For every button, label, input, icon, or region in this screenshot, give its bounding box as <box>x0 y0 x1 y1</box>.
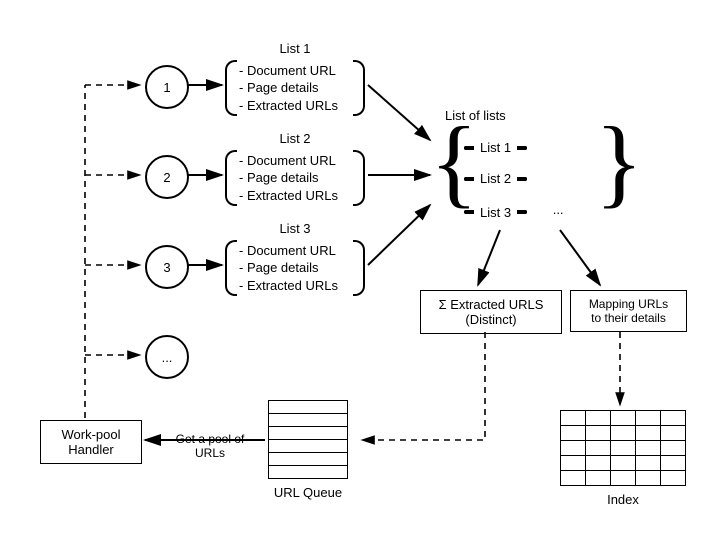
aggregate-body: List 1 List 2 List 3 ... <box>460 132 600 228</box>
list-1-item-c: - Extracted URLs <box>239 97 351 115</box>
agg-item-1: List 1 <box>464 136 527 159</box>
list-3: List 3 - Document URL - Page details - E… <box>225 220 365 296</box>
diagram-canvas: 1 2 3 ... List 1 - Document URL - Page d… <box>0 0 702 551</box>
sum-extracted-box: Σ Extracted URLS (Distinct) <box>420 290 562 334</box>
worker-3-label: 3 <box>163 260 170 275</box>
worker-node-1: 1 <box>145 65 189 109</box>
agg-item-more: ... <box>539 198 578 221</box>
brace-right-icon: } <box>595 112 643 212</box>
url-queue-label: URL Queue <box>268 485 348 500</box>
list-3-title: List 3 <box>225 220 365 238</box>
workpool-handler-box: Work-pool Handler <box>40 420 142 464</box>
list-1-title: List 1 <box>225 40 365 58</box>
url-queue: URL Queue <box>268 400 348 500</box>
list-1-item-b: - Page details <box>239 79 351 97</box>
list-2-item-c: - Extracted URLs <box>239 187 351 205</box>
mapping-box: Mapping URLs to their details <box>570 290 687 332</box>
list-2: List 2 - Document URL - Page details - E… <box>225 130 365 206</box>
worker-node-more: ... <box>145 335 189 379</box>
index-label: Index <box>560 492 686 507</box>
list-2-title: List 2 <box>225 130 365 148</box>
list-1: List 1 - Document URL - Page details - E… <box>225 40 365 116</box>
list-3-item-c: - Extracted URLs <box>239 277 351 295</box>
edge-label-get-pool: Get a pool of URLs <box>160 432 260 460</box>
agg-item-3: List 3 <box>464 201 527 224</box>
index-grid: Index <box>560 410 686 507</box>
list-3-item-b: - Page details <box>239 259 351 277</box>
index-table <box>560 410 686 486</box>
worker-1-label: 1 <box>163 80 170 95</box>
worker-more-label: ... <box>162 350 173 365</box>
list-1-item-a: - Document URL <box>239 62 351 80</box>
list-2-item-b: - Page details <box>239 169 351 187</box>
worker-2-label: 2 <box>163 170 170 185</box>
list-2-item-a: - Document URL <box>239 152 351 170</box>
worker-node-2: 2 <box>145 155 189 199</box>
list-3-item-a: - Document URL <box>239 242 351 260</box>
worker-node-3: 3 <box>145 245 189 289</box>
agg-item-2: List 2 <box>464 167 527 190</box>
